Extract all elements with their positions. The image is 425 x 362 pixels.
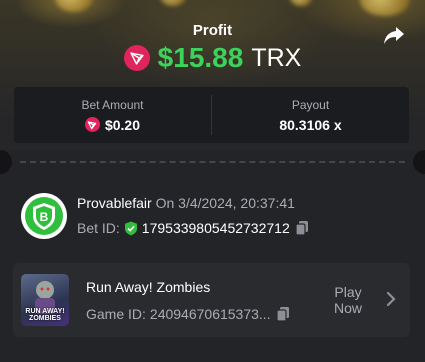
bet-id-value: 1795339805452732712 bbox=[141, 220, 290, 236]
bet-amount-value-row: $0.20 bbox=[84, 116, 141, 133]
game-id-line: Game ID: 24094670615373... bbox=[86, 306, 291, 322]
copy-game-id-icon[interactable] bbox=[275, 306, 291, 322]
dashed-divider bbox=[20, 161, 405, 163]
ticket-notch-right bbox=[413, 150, 425, 174]
profit-amount: $15.88 bbox=[157, 42, 244, 73]
play-now-button[interactable]: Play Now bbox=[326, 284, 370, 316]
ticket-notch-left bbox=[0, 150, 12, 174]
provider-name: Provablefair bbox=[77, 195, 152, 211]
coin-decoration bbox=[55, 0, 93, 12]
game-thumbnail-logo: RUN AWAY! ZOMBIES bbox=[25, 308, 65, 322]
chevron-right-icon[interactable] bbox=[385, 291, 397, 307]
bet-id-line: Bet ID: 1795339805452732712 bbox=[77, 220, 310, 236]
play-now-label-line1: Play bbox=[334, 284, 362, 300]
profit-row: $15.88 TRX bbox=[0, 42, 425, 74]
share-icon[interactable] bbox=[383, 24, 405, 46]
bet-amount-label: Bet Amount bbox=[81, 97, 144, 112]
payout-label: Payout bbox=[291, 97, 330, 112]
bet-id-label: Bet ID: bbox=[77, 220, 120, 236]
bet-details-card: Profit $15.88 TRX Bet Amount $0.20 Payou… bbox=[0, 0, 425, 362]
bet-timestamp: On 3/4/2024, 20:37:41 bbox=[155, 195, 295, 211]
game-card[interactable]: RUN AWAY! ZOMBIES Run Away! Zombies Game… bbox=[13, 263, 410, 337]
copy-bet-id-icon[interactable] bbox=[294, 220, 310, 236]
profit-currency: TRX bbox=[251, 43, 302, 72]
profit-label: Profit bbox=[192, 22, 233, 39]
payout-value: 80.3106 x bbox=[279, 116, 342, 133]
trx-icon bbox=[123, 45, 150, 71]
game-title: Run Away! Zombies bbox=[86, 279, 211, 295]
payout-stat: Payout 80.3106 x bbox=[211, 95, 409, 135]
bet-stats-panel: Bet Amount $0.20 Payout 80.3106 x bbox=[14, 87, 409, 143]
coin-decoration bbox=[290, 0, 312, 6]
game-thumbnail: RUN AWAY! ZOMBIES bbox=[21, 274, 69, 326]
coin-decoration bbox=[360, 0, 410, 16]
coin-decoration bbox=[160, 0, 186, 6]
game-id-label: Game ID: bbox=[86, 306, 146, 322]
game-id-value: 24094670615373... bbox=[149, 306, 271, 322]
play-now-label-line2: Now bbox=[333, 300, 362, 316]
bet-amount-value: $0.20 bbox=[104, 116, 141, 133]
trx-icon bbox=[84, 117, 100, 132]
svg-text:B: B bbox=[40, 210, 49, 224]
provably-fair-line: Provablefair On 3/4/2024, 20:37:41 bbox=[77, 195, 295, 211]
verified-shield-icon bbox=[124, 221, 138, 236]
provably-fair-badge-icon: B bbox=[21, 193, 67, 239]
bet-amount-stat: Bet Amount $0.20 bbox=[14, 87, 211, 143]
